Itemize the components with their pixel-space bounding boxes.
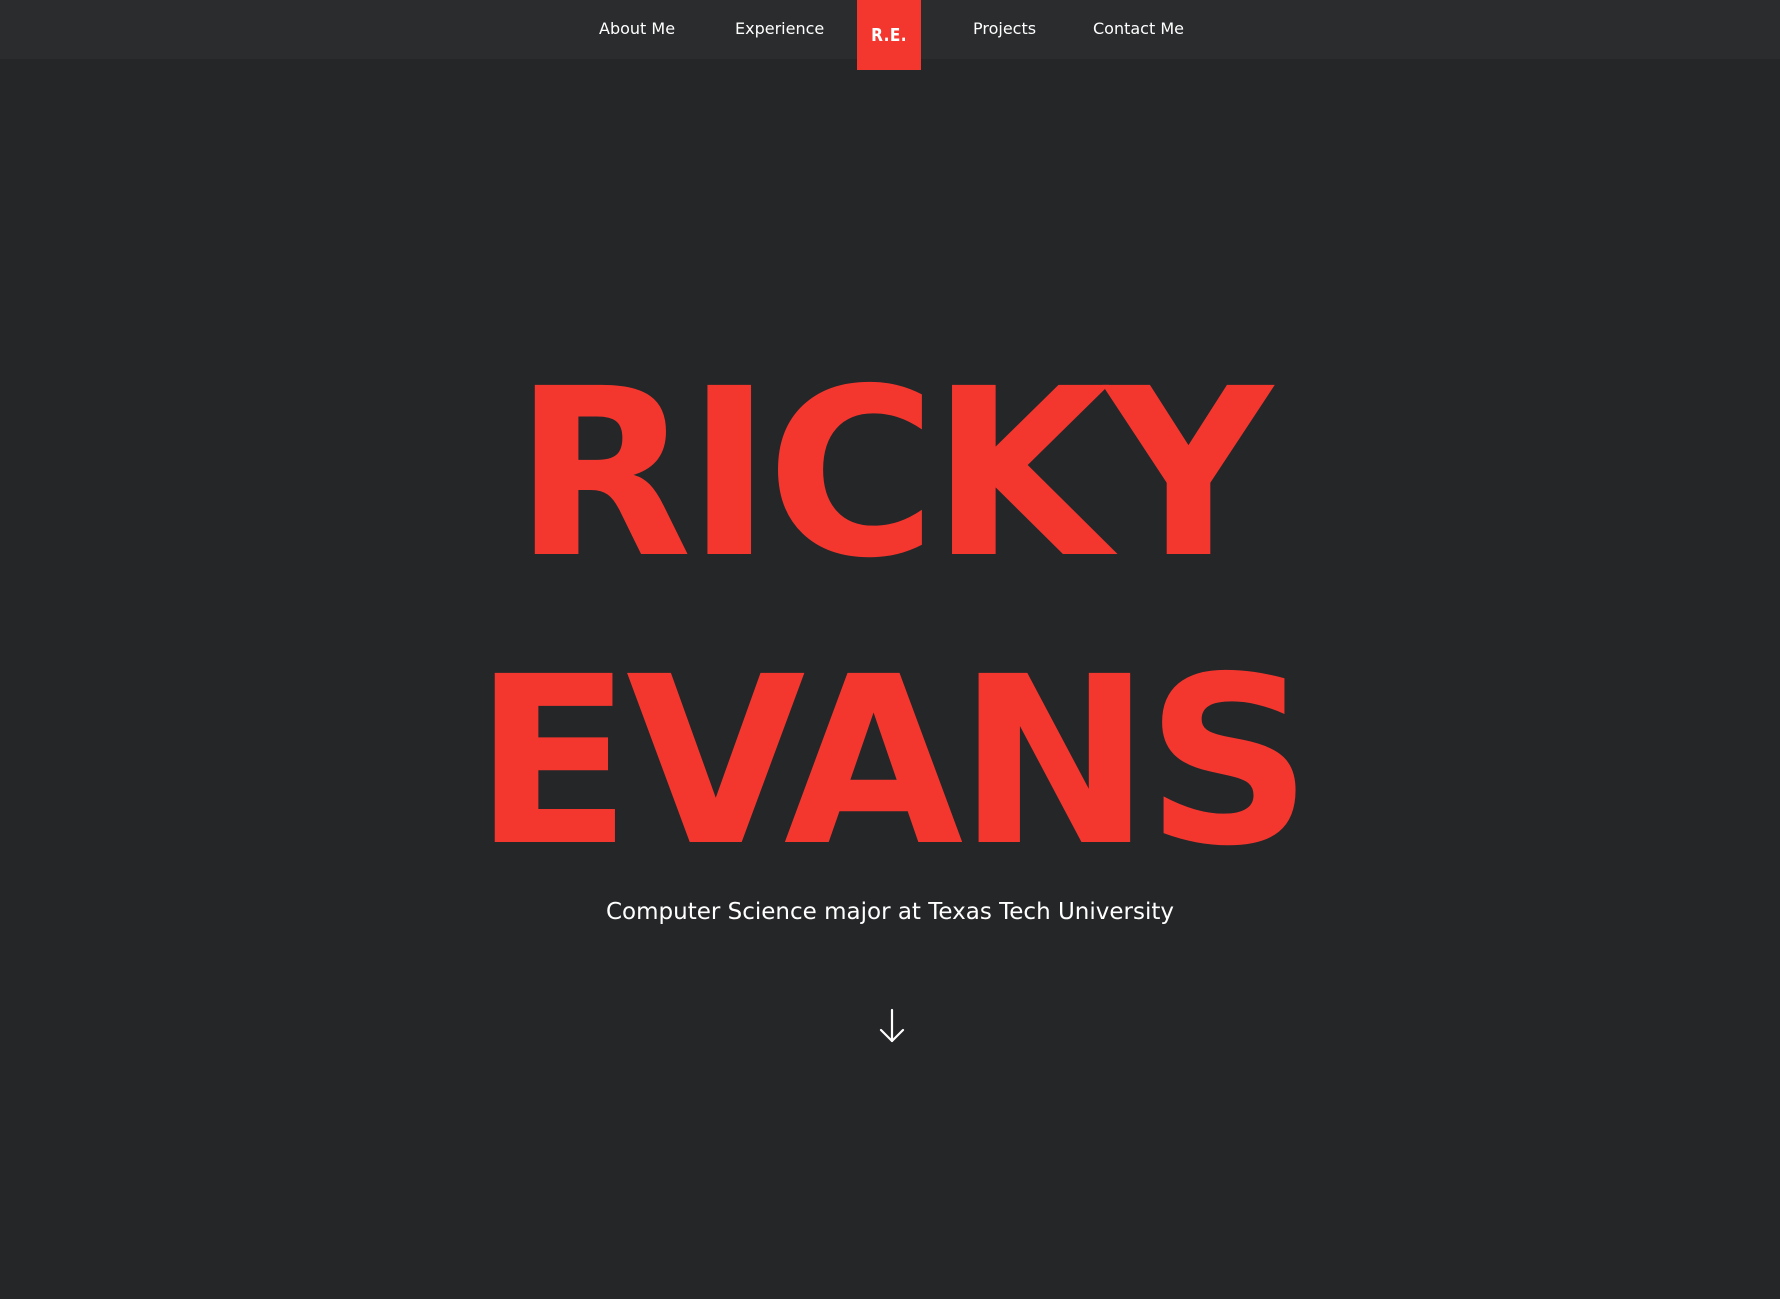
arrow-down-icon[interactable] bbox=[876, 1008, 908, 1046]
hero-last-name: EVANS bbox=[473, 627, 1312, 897]
nav-link-projects[interactable]: Projects bbox=[973, 19, 1036, 39]
nav-link-experience[interactable]: Experience bbox=[735, 19, 824, 39]
hero-subtitle: Computer Science major at Texas Tech Uni… bbox=[605, 899, 1174, 925]
top-nav: About Me Experience R.E. Projects Contac… bbox=[0, 0, 1780, 70]
hero-first-name: RICKY bbox=[513, 339, 1273, 609]
logo-home-button[interactable]: R.E. bbox=[857, 0, 921, 70]
nav-link-about-me[interactable]: About Me bbox=[599, 19, 675, 39]
nav-link-contact-me[interactable]: Contact Me bbox=[1093, 19, 1184, 39]
logo-text: R.E. bbox=[871, 24, 907, 46]
